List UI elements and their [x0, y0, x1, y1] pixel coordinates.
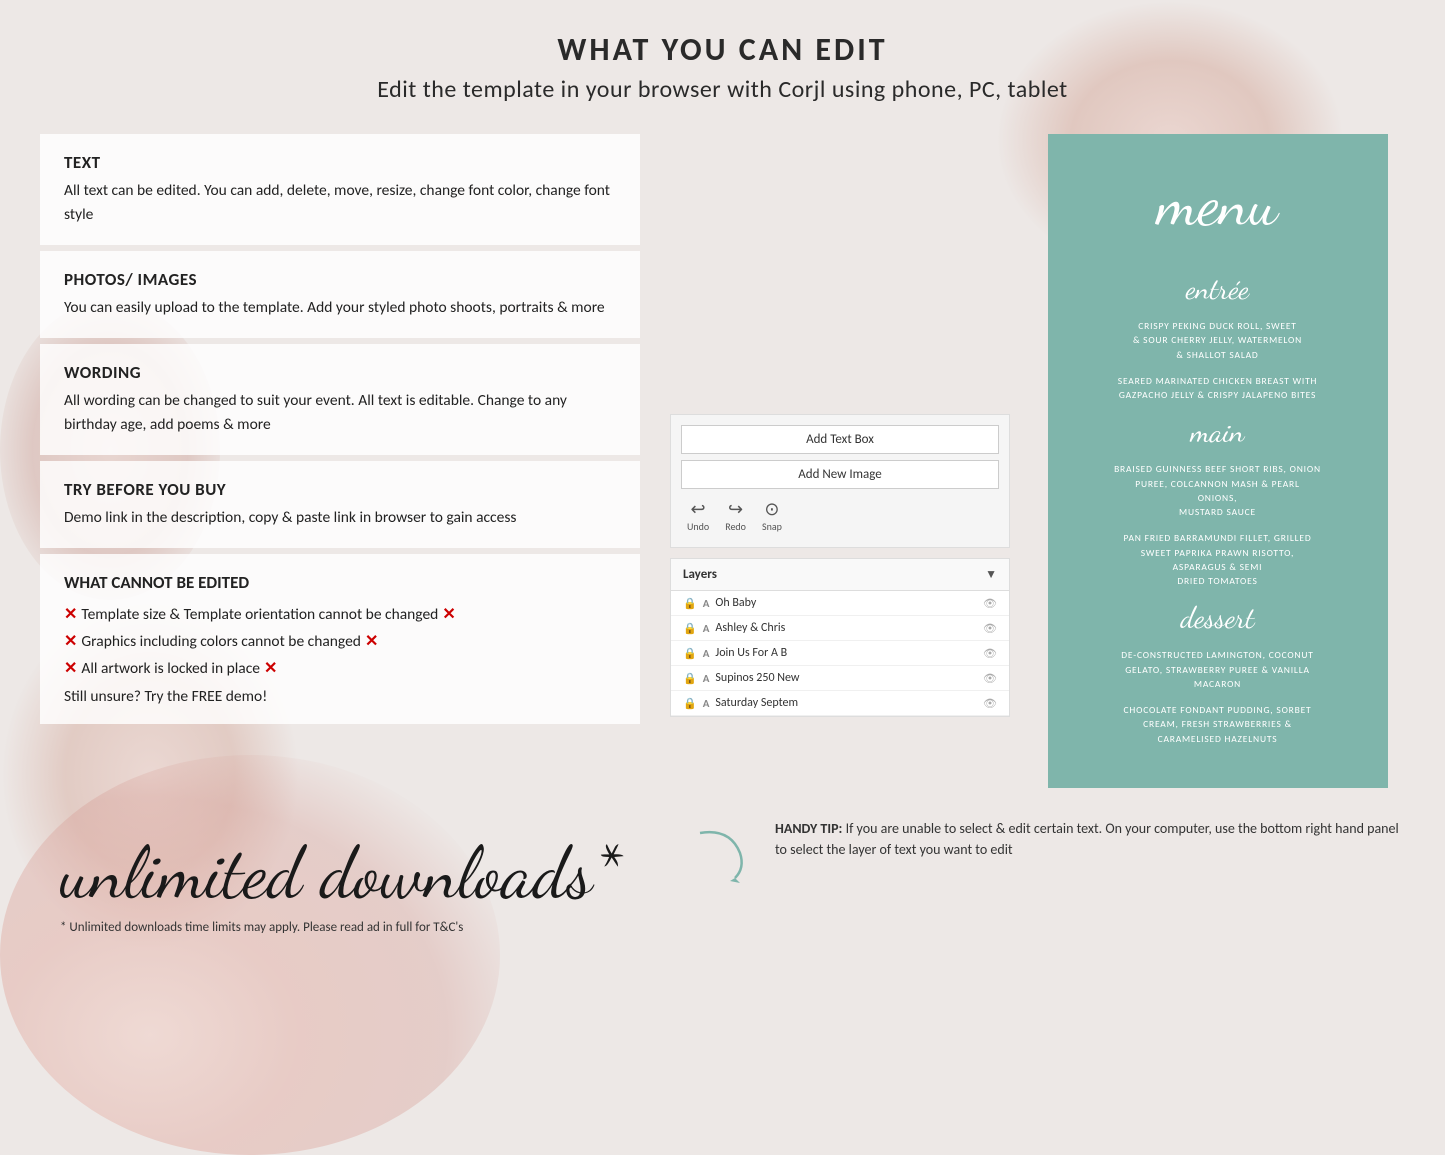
layer-name-4: Supinos 250 New	[715, 671, 977, 685]
layer-lock-icon-1: 🔒	[683, 597, 697, 610]
cannot-item-2: ✕ Graphics including colors cannot be ch…	[64, 628, 616, 655]
page-title: WHAT YOU CAN EDIT	[40, 30, 1405, 69]
layer-item-1[interactable]: 🔒 A Oh Baby 👁	[671, 591, 1009, 616]
layer-vis-icon-5: 👁	[983, 697, 997, 710]
layer-type-3: A	[703, 647, 710, 660]
x-icon-2b: ✕	[365, 628, 378, 655]
layer-type-4: A	[703, 672, 710, 685]
text-section-body: All text can be edited. You can add, del…	[64, 179, 616, 227]
layer-name-1: Oh Baby	[715, 596, 977, 610]
page-subtitle: Edit the template in your browser with C…	[40, 75, 1405, 104]
layer-type-1: A	[703, 597, 710, 610]
cannot-edit-title: WHAT CANNOT BE EDITED	[64, 572, 616, 593]
main-title: main	[1073, 414, 1363, 450]
layer-name-3: Join Us For A B	[715, 646, 977, 660]
layers-header[interactable]: Layers ▼	[671, 559, 1009, 591]
layer-name-5: Saturday Septem	[715, 696, 977, 710]
snap-label: Snap	[762, 520, 782, 533]
wording-section: WORDING All wording can be changed to su…	[40, 344, 640, 455]
x-icon-3b: ✕	[264, 655, 277, 682]
layer-lock-icon-2: 🔒	[683, 622, 697, 635]
main-item-1: BRAISED GUINNESS BEEF SHORT RIBS, ONIONP…	[1073, 462, 1363, 519]
wording-section-body: All wording can be changed to suit your …	[64, 389, 616, 437]
cannot-item-1: ✕ Template size & Template orientation c…	[64, 601, 616, 628]
unlimited-section: unlimited downloads* * Unlimited downloa…	[40, 740, 640, 940]
layer-item-2[interactable]: 🔒 A Ashley & Chris 👁	[671, 616, 1009, 641]
layer-type-2: A	[703, 622, 710, 635]
dessert-item-2: CHOCOLATE FONDANT PUDDING, SORBETCREAM, …	[1073, 703, 1363, 746]
snap-tool[interactable]: ⊙ Snap	[762, 499, 782, 533]
try-before-section: TRY BEFORE YOU BUY Demo link in the desc…	[40, 461, 640, 548]
x-icon-3: ✕	[64, 655, 77, 682]
arrow-icon	[690, 823, 760, 888]
entree-title: entrée	[1073, 271, 1363, 307]
layer-item-4[interactable]: 🔒 A Supinos 250 New 👁	[671, 666, 1009, 691]
text-section-title: TEXT	[64, 152, 616, 173]
layer-vis-icon-3: 👁	[983, 647, 997, 660]
try-before-body: Demo link in the description, copy & pas…	[64, 506, 616, 530]
layer-lock-icon-3: 🔒	[683, 647, 697, 660]
layers-chevron-icon: ▼	[985, 567, 997, 582]
asterisk-note: * Unlimited downloads time limits may ap…	[60, 920, 463, 935]
handy-tip-body: If you are unable to select & edit certa…	[775, 820, 1399, 858]
x-icon-1: ✕	[64, 601, 77, 628]
x-icon-1b: ✕	[442, 601, 455, 628]
add-text-box-button[interactable]: Add Text Box	[681, 425, 999, 454]
snap-icon: ⊙	[764, 499, 779, 520]
cannot-item-3: ✕ All artwork is locked in place ✕	[64, 655, 616, 682]
entree-item-1: CRISPY PEKING DUCK ROLL, SWEET& SOUR CHE…	[1073, 319, 1363, 362]
undo-label: Undo	[687, 520, 709, 533]
undo-tool[interactable]: ↩ Undo	[687, 499, 709, 533]
dessert-title: dessert	[1073, 600, 1363, 636]
add-new-image-button[interactable]: Add New Image	[681, 460, 999, 489]
layer-type-5: A	[703, 697, 710, 710]
text-section: TEXT All text can be edited. You can add…	[40, 134, 640, 245]
layer-vis-icon-4: 👁	[983, 672, 997, 685]
handy-tip-label: HANDY TIP:	[775, 820, 842, 837]
handy-tip: HANDY TIP: If you are unable to select &…	[670, 818, 1405, 888]
layer-lock-icon-4: 🔒	[683, 672, 697, 685]
main-item-2: PAN FRIED BARRAMUNDI FILLET, GRILLEDSWEE…	[1073, 531, 1363, 588]
redo-label: Redo	[725, 520, 746, 533]
dessert-item-1: DE-CONSTRUCTED LAMINGTON, COCONUTGELATO,…	[1073, 648, 1363, 691]
layers-title: Layers	[683, 567, 717, 582]
menu-card: menu entrée CRISPY PEKING DUCK ROLL, SWE…	[1048, 134, 1388, 788]
photos-section-title: PHOTOS/ IMAGES	[64, 269, 616, 290]
page-header: WHAT YOU CAN EDIT Edit the template in y…	[40, 30, 1405, 104]
layer-name-2: Ashley & Chris	[715, 621, 977, 635]
handy-tip-text: HANDY TIP: If you are unable to select &…	[775, 818, 1405, 860]
try-before-title: TRY BEFORE YOU BUY	[64, 479, 616, 500]
layer-lock-icon-5: 🔒	[683, 697, 697, 710]
x-icon-2: ✕	[64, 628, 77, 655]
redo-tool[interactable]: ↪ Redo	[725, 499, 746, 533]
layer-vis-icon-1: 👁	[983, 597, 997, 610]
wording-section-title: WORDING	[64, 362, 616, 383]
right-column: Add Text Box Add New Image ↩ Undo ↪ Redo	[670, 134, 1405, 888]
menu-card-title: menu	[1073, 164, 1363, 241]
layer-item-5[interactable]: 🔒 A Saturday Septem 👁	[671, 691, 1009, 716]
unlimited-text: unlimited downloads*	[60, 838, 621, 910]
photos-section: PHOTOS/ IMAGES You can easily upload to …	[40, 251, 640, 338]
editor-ui: Add Text Box Add New Image ↩ Undo ↪ Redo	[670, 414, 1010, 548]
editor-toolbar: ↩ Undo ↪ Redo ⊙ Snap	[681, 495, 999, 537]
left-column: TEXT All text can be edited. You can add…	[40, 134, 640, 940]
layer-vis-icon-2: 👁	[983, 622, 997, 635]
undo-icon: ↩	[691, 499, 706, 520]
redo-icon: ↪	[728, 499, 743, 520]
photos-section-body: You can easily upload to the template. A…	[64, 296, 616, 320]
entree-item-2: SEARED MARINATED CHICKEN BREAST WITHGAZP…	[1073, 374, 1363, 403]
layer-item-3[interactable]: 🔒 A Join Us For A B 👁	[671, 641, 1009, 666]
free-demo-text: Still unsure? Try the FREE demo!	[64, 687, 616, 706]
cannot-edit-section: WHAT CANNOT BE EDITED ✕ Template size & …	[40, 554, 640, 724]
layers-panel: Layers ▼ 🔒 A Oh Baby 👁 🔒 A Ashley	[670, 558, 1010, 717]
